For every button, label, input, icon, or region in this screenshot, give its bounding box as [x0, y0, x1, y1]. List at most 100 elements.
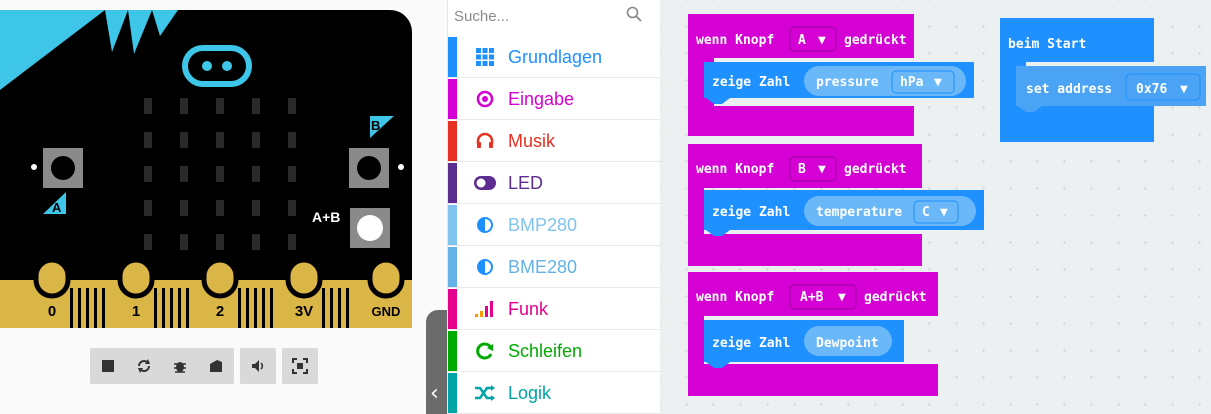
pin-label: 2: [216, 303, 224, 320]
signal-bars-icon: [474, 301, 496, 317]
toggle-icon: [474, 176, 496, 190]
loop-icon: [474, 342, 496, 360]
led: [288, 98, 296, 114]
on-start-title: beim Start: [1008, 37, 1086, 52]
shuffle-icon: [474, 385, 496, 401]
unit-dropdown[interactable]: [913, 200, 959, 224]
toolbox: Grundlagen Eingabe Musik LED BMP280 BME2…: [447, 0, 661, 414]
led: [288, 234, 296, 250]
led: [252, 234, 260, 250]
led: [288, 200, 296, 216]
led: [180, 132, 188, 148]
led: [252, 200, 260, 216]
category-bme280[interactable]: BME280: [448, 247, 661, 288]
led: [216, 234, 224, 250]
event-suffix: gedrückt: [864, 290, 927, 305]
button-ab-label: A+B: [312, 209, 340, 225]
category-led[interactable]: LED: [448, 163, 661, 204]
event-suffix: gedrückt: [844, 33, 907, 48]
category-label: Grundlagen: [508, 46, 603, 67]
grid-icon: [474, 48, 496, 66]
chevron-down-icon: ▼: [934, 75, 942, 90]
led: [216, 132, 224, 148]
chevron-down-icon: ▼: [940, 205, 948, 220]
button-b-label: B: [371, 118, 380, 133]
button-value: A: [798, 33, 806, 48]
target-icon: [474, 90, 496, 108]
fullscreen-icon[interactable]: [282, 348, 318, 384]
event-prefix: wenn Knopf: [696, 162, 774, 177]
reporter-label: pressure: [816, 75, 879, 90]
led: [144, 132, 152, 148]
pin-label: 3V: [295, 303, 313, 320]
led: [252, 132, 260, 148]
pin-gnd[interactable]: GND: [367, 257, 405, 319]
led: [216, 98, 224, 114]
led: [216, 200, 224, 216]
chevron-down-icon: ▼: [818, 33, 826, 48]
microbit-board[interactable]: A B A+B 0 1 2 3V GND: [0, 10, 412, 328]
event-block-button-a[interactable]: wenn Knopf A ▼ gedrückt zeige Zahl press…: [688, 14, 974, 136]
collapse-simulator-button[interactable]: ‹: [426, 310, 447, 414]
chevron-down-icon: ▼: [818, 162, 826, 177]
led: [216, 166, 224, 182]
led: [180, 98, 188, 114]
led: [144, 200, 152, 216]
stop-icon[interactable]: [90, 348, 126, 384]
category-label: BME280: [508, 256, 578, 277]
chevron-left-icon: ‹: [430, 381, 439, 406]
simulator-toolbar: [90, 348, 318, 384]
category-musik[interactable]: Musik: [448, 121, 661, 162]
simulator-panel: A B A+B 0 1 2 3V GND ‹: [0, 0, 447, 414]
screenshot-icon[interactable]: [198, 348, 234, 384]
led: [144, 166, 152, 182]
event-block-button-ab[interactable]: wenn Knopf A+B ▼ gedrückt zeige Zahl Dew…: [688, 272, 938, 396]
led: [180, 234, 188, 250]
half-circle-icon: [474, 216, 496, 234]
event-suffix: gedrückt: [844, 162, 907, 177]
blocks-workspace[interactable]: wenn Knopf A ▼ gedrückt zeige Zahl press…: [660, 0, 1211, 414]
event-block-button-b[interactable]: wenn Knopf B ▼ gedrückt zeige Zahl tempe…: [688, 144, 984, 266]
unit-value: hPa: [900, 75, 924, 90]
search-icon[interactable]: [626, 6, 642, 22]
button-value: B: [798, 162, 806, 177]
action-label: zeige Zahl: [712, 75, 790, 90]
category-schleifen[interactable]: Schleifen: [448, 331, 661, 372]
category-label: Eingabe: [508, 88, 575, 109]
category-eingabe[interactable]: Eingabe: [448, 79, 661, 120]
sound-icon[interactable]: [240, 348, 276, 384]
led: [180, 200, 188, 216]
event-prefix: wenn Knopf: [696, 290, 774, 305]
led: [252, 166, 260, 182]
restart-icon[interactable]: [126, 348, 162, 384]
led: [144, 234, 152, 250]
on-start-block[interactable]: beim Start set address 0x76 ▼: [1000, 18, 1206, 142]
category-funk[interactable]: Funk: [448, 289, 661, 330]
set-address-label: set address: [1026, 82, 1112, 97]
reporter-label: temperature: [816, 205, 902, 220]
category-label: Schleifen: [508, 340, 583, 361]
pin-label: 0: [48, 303, 56, 320]
category-bmp280[interactable]: BMP280: [448, 205, 661, 246]
address-value: 0x76: [1136, 82, 1167, 97]
toolbox-search: [448, 0, 661, 36]
pin-label: 1: [132, 303, 140, 320]
action-label: zeige Zahl: [712, 336, 790, 351]
category-label: BMP280: [508, 214, 578, 235]
pin-label: GND: [372, 304, 401, 319]
button-value: A+B: [800, 290, 824, 305]
action-label: zeige Zahl: [712, 205, 790, 220]
category-label: Funk: [508, 298, 549, 319]
reporter-label: Dewpoint: [816, 336, 879, 351]
category-grundlagen[interactable]: Grundlagen: [448, 37, 661, 78]
event-prefix: wenn Knopf: [696, 33, 774, 48]
led: [180, 166, 188, 182]
headphones-icon: [474, 132, 496, 150]
category-label: Logik: [508, 382, 552, 403]
half-circle-icon: [474, 258, 496, 276]
category-logik[interactable]: Logik: [448, 373, 661, 414]
debug-icon[interactable]: [162, 348, 198, 384]
chevron-down-icon: ▼: [838, 290, 846, 305]
category-label: Musik: [508, 130, 556, 151]
search-input[interactable]: [454, 2, 624, 30]
